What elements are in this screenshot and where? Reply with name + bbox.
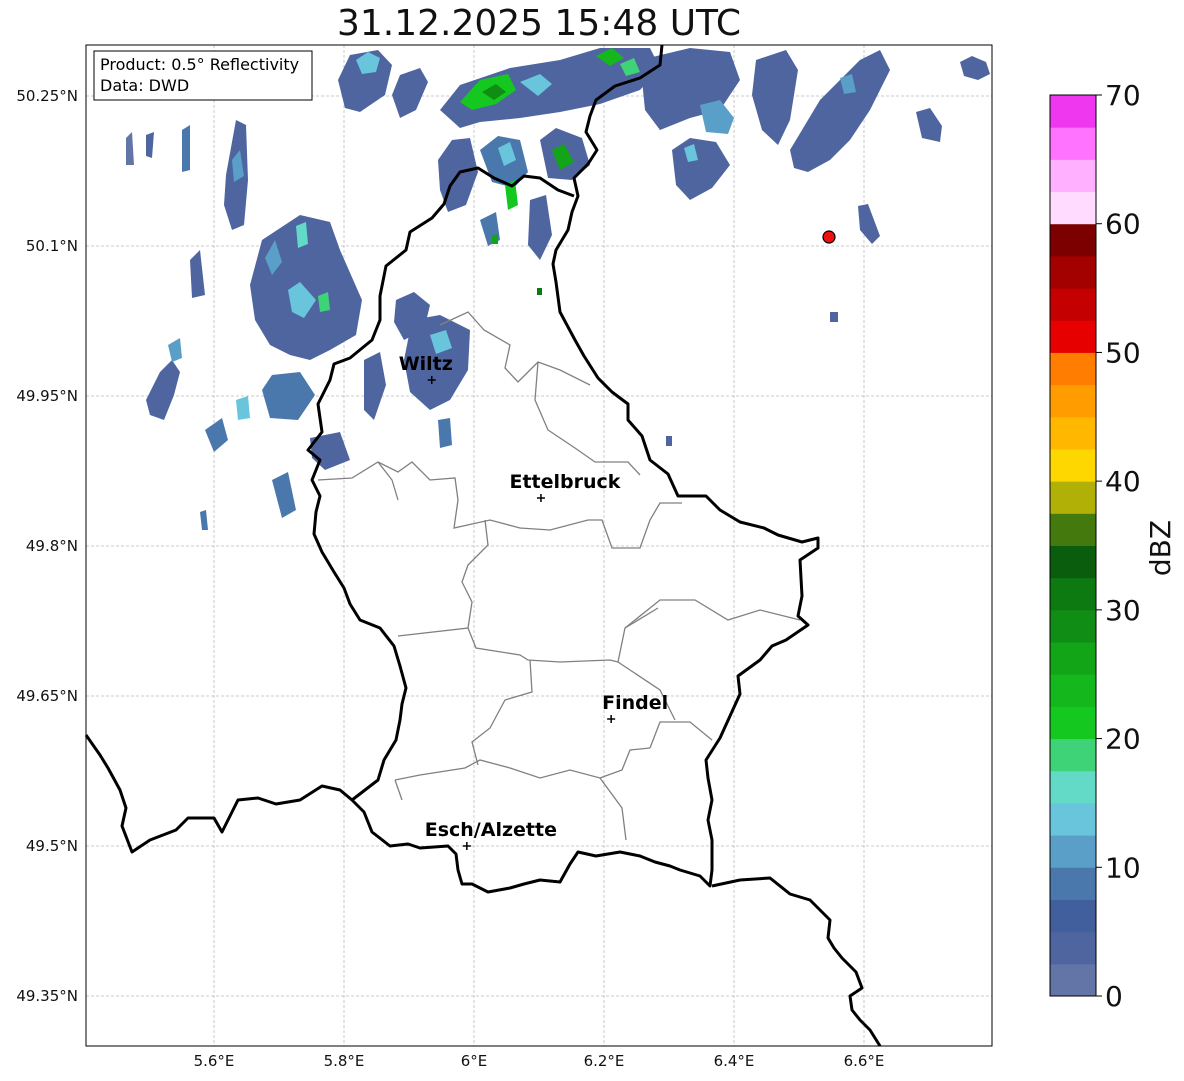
echo-cell [438,418,452,448]
lat-tick: 50.25°N [16,87,78,105]
echo-cell [296,222,308,248]
colorbar-segment [1050,706,1096,740]
colorbar-segment [1050,223,1096,257]
colorbar-tick-label: 30 [1105,594,1141,627]
colorbar-segment [1050,384,1096,418]
map-panel[interactable] [86,45,992,1046]
info-box: Product: 0.5° Reflectivity Data: DWD [93,50,313,101]
colorbar-segment [1050,288,1096,321]
colorbar-label: dBZ [1144,520,1177,576]
colorbar-segment [1050,255,1096,289]
lon-tick: 6.2°E [584,1052,625,1070]
colorbar-segment [1050,770,1096,804]
colorbar-segment [1050,899,1096,933]
colorbar-segment [1050,674,1096,707]
lat-tick: 49.95°N [16,387,78,405]
city-label: Ettelbruck [509,471,620,493]
lat-tick: 49.5°N [26,837,78,855]
echo-cell [236,396,250,420]
colorbar-segment [1050,642,1096,675]
echo-cell [666,436,672,446]
colorbar-segment [1050,802,1096,836]
colorbar-segment [1050,320,1096,353]
city-label: Findel [602,692,668,714]
echo-cell [830,312,838,322]
colorbar-segment [1050,95,1096,128]
echo-cell [537,288,542,295]
colorbar-tick-label: 60 [1105,208,1141,241]
colorbar-segment [1050,931,1096,965]
lat-tick: 49.65°N [16,687,78,705]
colorbar-segment [1050,738,1096,772]
colorbar-segments [1050,95,1096,997]
city-label: Esch/Alzette [425,819,557,841]
colorbar-segment [1050,127,1096,160]
colorbar-segment [1050,867,1096,900]
colorbar-ticks: 0 10 20 30 40 50 60 70 [1096,79,1141,1013]
colorbar-segment [1050,191,1096,225]
echo-cell [182,125,190,172]
radar-site-marker[interactable] [822,230,836,244]
colorbar-segment [1050,448,1096,482]
colorbar-segment [1050,416,1096,450]
colorbar-tick-label: 40 [1105,465,1141,498]
colorbar-tick-label: 0 [1105,980,1123,1013]
colorbar-segment [1050,545,1096,579]
latitude-tick-labels: 50.25°N 50.1°N 49.95°N 49.8°N 49.65°N 49… [16,87,78,1005]
product-label: Product: 0.5° Reflectivity [100,55,299,74]
colorbar-segment [1050,609,1096,643]
colorbar-tick-label: 10 [1105,851,1141,884]
data-source-label: Data: DWD [100,76,189,95]
radar-map-figure: Wiltz Ettelbruck Findel Esch/Alzette 50.25°… [16,44,1177,1070]
colorbar-segment [1050,481,1096,514]
colorbar-segment [1050,963,1096,997]
lon-tick: 6.6°E [844,1052,885,1070]
lat-tick: 49.35°N [16,987,78,1005]
colorbar-segment [1050,159,1096,193]
colorbar-segment [1050,352,1096,386]
colorbar-segment [1050,577,1096,611]
lat-tick: 50.1°N [26,237,78,255]
colorbar: 0 10 20 30 40 50 60 70 dBZ [1049,79,1177,1013]
lat-tick: 49.8°N [26,537,78,555]
lon-tick: 5.8°E [324,1052,365,1070]
colorbar-tick-label: 50 [1105,336,1141,369]
colorbar-tick-label: 20 [1105,723,1141,756]
colorbar-segment [1050,835,1096,868]
city-label: Wiltz [399,353,453,375]
lon-tick: 6°E [461,1052,488,1070]
colorbar-segment [1050,513,1096,546]
longitude-tick-labels: 5.6°E 5.8°E 6°E 6.2°E 6.4°E 6.6°E [194,1052,885,1070]
lon-tick: 6.4°E [714,1052,755,1070]
lon-tick: 5.6°E [194,1052,235,1070]
colorbar-tick-label: 70 [1105,79,1141,112]
